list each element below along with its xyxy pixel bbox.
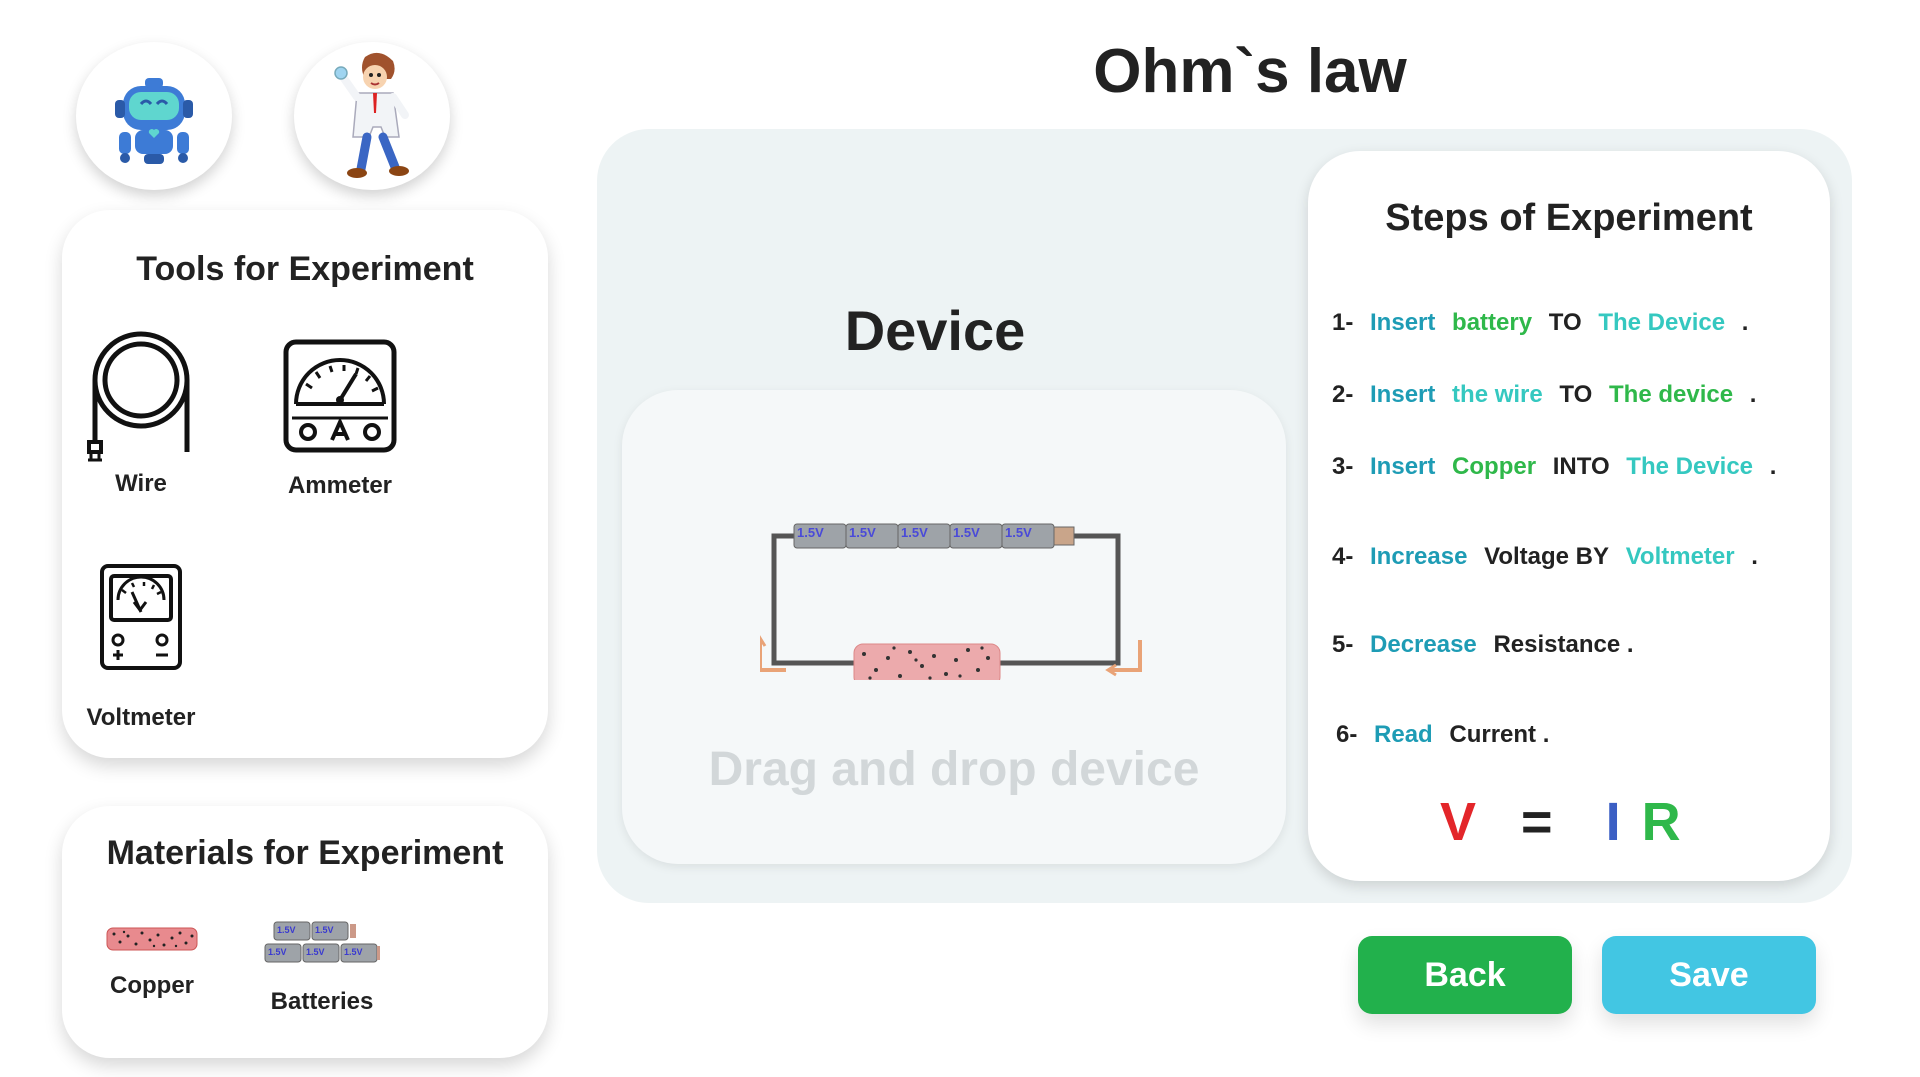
voltmeter-icon <box>100 564 182 670</box>
step-number: 2- <box>1332 381 1354 408</box>
battery-label: 1.5V <box>1005 525 1032 540</box>
step-number: 5- <box>1332 631 1354 658</box>
step-item: 5- Decrease Resistance . <box>1332 631 1634 658</box>
step-number: 3- <box>1332 453 1354 480</box>
tool-ammeter[interactable]: Ammeter <box>280 338 400 500</box>
battery-label: 1.5V <box>901 525 928 540</box>
battery-label: 1.5V <box>315 925 334 935</box>
steps-title: Steps of Experiment <box>1385 197 1753 239</box>
tool-label: Ammeter <box>287 472 393 499</box>
steps-card: Steps of Experiment 1- Insert battery TO… <box>1308 151 1830 881</box>
page-title: Ohm`s law <box>1093 37 1407 106</box>
step-item: 1- Insert battery TO The Device . <box>1332 309 1749 336</box>
robot-icon <box>115 78 193 164</box>
step-item: 3- Insert Copper INTO The Device . <box>1332 453 1777 480</box>
tool-voltmeter[interactable]: Voltmeter <box>80 562 202 732</box>
material-label: Copper <box>110 972 194 999</box>
tool-label: Wire <box>115 470 167 497</box>
tool-label: Voltmeter <box>86 704 196 731</box>
material-copper[interactable]: Copper <box>102 926 202 1000</box>
circuit-icon: 1.5V 1.5V 1.5V 1.5V 1.5V <box>760 523 1142 680</box>
ohm-formula: V = I R <box>1440 791 1681 853</box>
ammeter-icon <box>283 339 397 453</box>
batteries-icon: 1.5V 1.5V 1.5V 1.5V 1.5V <box>264 921 380 963</box>
step-number: 6- <box>1336 721 1358 748</box>
drop-placeholder: Drag and drop device <box>708 743 1200 796</box>
battery-label: 1.5V <box>849 525 876 540</box>
step-item: 6- Read Current . <box>1336 721 1550 748</box>
material-batteries[interactable]: 1.5V 1.5V 1.5V 1.5V 1.5V Batteries <box>260 920 384 1016</box>
scientist-avatar[interactable] <box>294 42 450 190</box>
battery-chain <box>793 523 1075 549</box>
battery-label: 1.5V <box>277 925 296 935</box>
materials-title: Materials for Experiment <box>106 834 504 872</box>
device-drop-zone[interactable]: 1.5V 1.5V 1.5V 1.5V 1.5V Drag and drop d… <box>622 390 1286 864</box>
battery-label: 1.5V <box>344 947 363 957</box>
device-title: Device <box>844 299 1026 362</box>
copper-rod-icon <box>106 927 198 951</box>
wire-icon <box>87 331 190 462</box>
step-item: 4- Increase Voltage BY Voltmeter . <box>1332 543 1758 570</box>
battery-label: 1.5V <box>797 525 824 540</box>
materials-card: Materials for Experiment Copper 1.5V 1.5… <box>62 806 548 1058</box>
step-item: 2- Insert the wire TO The device . <box>1332 381 1757 408</box>
battery-label: 1.5V <box>268 947 287 957</box>
material-label: Batteries <box>270 988 374 1015</box>
step-number: 1- <box>1332 309 1354 336</box>
formula-i: I <box>1605 792 1621 852</box>
battery-label: 1.5V <box>953 525 980 540</box>
tools-card: Tools for Experiment Wire Ammeter Voltme… <box>62 210 548 758</box>
formula-equals: = <box>1521 792 1553 852</box>
back-button[interactable]: Back <box>1358 936 1572 1014</box>
copper-rod <box>853 643 1001 680</box>
robot-avatar[interactable] <box>76 42 232 190</box>
scientist-icon <box>334 52 409 178</box>
step-number: 4- <box>1332 543 1354 570</box>
formula-v: V <box>1440 792 1477 852</box>
tools-title: Tools for Experiment <box>136 250 474 288</box>
formula-r: R <box>1641 792 1681 852</box>
save-button[interactable]: Save <box>1602 936 1816 1014</box>
battery-label: 1.5V <box>306 947 325 957</box>
tool-wire[interactable]: Wire <box>87 330 190 498</box>
